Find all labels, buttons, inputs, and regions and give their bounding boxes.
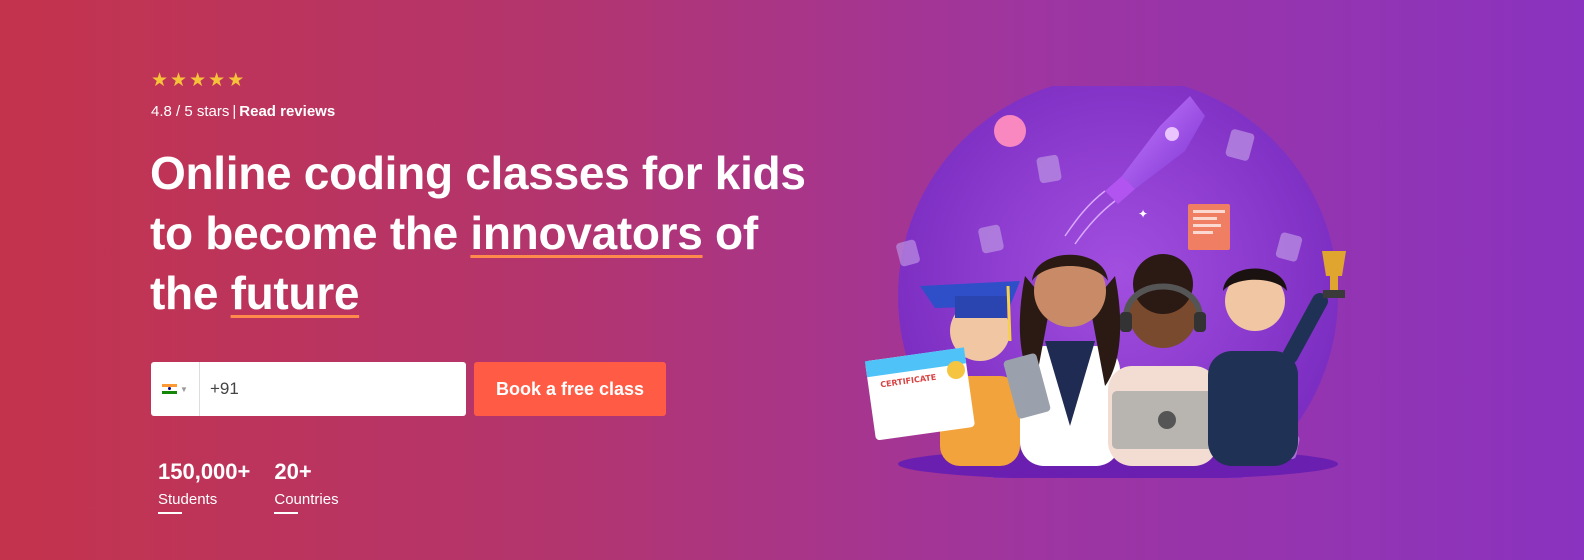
code-badge-icon	[1036, 154, 1062, 184]
phone-input[interactable]	[200, 363, 466, 415]
rating-score: 4.8 / 5 stars	[151, 103, 230, 120]
stat-value: 150,000+	[158, 459, 251, 484]
stat-students: 150,000+ Students	[158, 460, 250, 514]
planet-icon	[994, 115, 1026, 147]
star-icon: ★	[208, 70, 226, 91]
headline-highlight-innovators: innovators	[470, 207, 703, 259]
svg-text:✦: ✦	[1138, 207, 1148, 221]
hero-section: ★ ★ ★ ★ ★ 4.8 / 5 stars | Read reviews Onl…	[0, 0, 1584, 560]
headline-line-2-pre: to become the	[150, 207, 471, 259]
headline-highlight-future: future	[230, 267, 360, 319]
headline-line-2-post: of	[702, 207, 758, 259]
phone-field: ▼	[151, 362, 466, 416]
stat-value: 20+	[274, 459, 312, 484]
star-icon: ★	[227, 70, 245, 91]
page-title: Online coding classes for kids to become…	[150, 143, 830, 323]
rating-text: 4.8 / 5 stars | Read reviews	[151, 103, 335, 121]
star-icon: ★	[151, 70, 169, 91]
stat-countries: 20+ Countries	[274, 459, 339, 514]
certificate-icon: CERTIFICATE	[864, 347, 975, 441]
read-reviews-link[interactable]: Read reviews	[239, 103, 335, 120]
stat-label: Countries	[274, 491, 339, 514]
kids-illustration: ✦ CERTIFICATE	[864, 86, 1346, 478]
chevron-down-icon: ▼	[180, 384, 188, 394]
star-icon: ★	[170, 70, 188, 91]
book-free-class-button[interactable]: Book a free class	[474, 362, 666, 416]
india-flag-icon	[162, 384, 178, 394]
booking-form: ▼ Book a free class	[151, 362, 666, 416]
star-icon: ★	[189, 70, 207, 91]
country-selector[interactable]: ▼	[151, 362, 200, 416]
rating-separator: |	[232, 103, 237, 120]
rating-stars: ★ ★ ★ ★ ★	[151, 71, 244, 90]
stat-label: Students	[158, 491, 217, 514]
headline-line-3-pre: the	[150, 267, 231, 319]
headline-line-1: Online coding classes for kids	[150, 147, 806, 199]
stats: 150,000+ Students 20+ Countries	[158, 460, 339, 514]
